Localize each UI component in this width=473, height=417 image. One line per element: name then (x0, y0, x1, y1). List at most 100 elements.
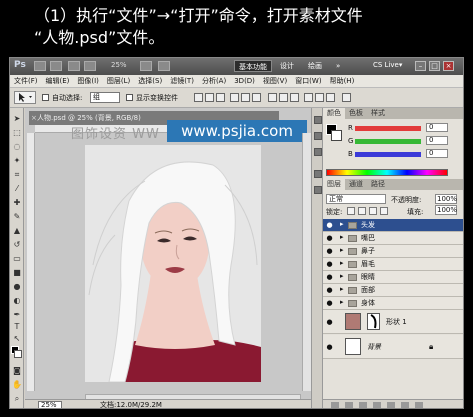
lock-pixels-icon[interactable] (358, 207, 366, 215)
clone-stamp-icon[interactable]: ▲ (12, 226, 22, 236)
expand-triangle-icon[interactable]: ▸ (340, 233, 344, 241)
brush-tool-icon[interactable]: ✎ (12, 212, 22, 222)
dodge-tool-icon[interactable]: ◐ (12, 296, 22, 306)
auto-select-checkbox[interactable] (42, 94, 49, 101)
hand-tool-icon[interactable]: ✋ (12, 380, 22, 390)
menu-edit[interactable]: 编辑(E) (42, 75, 74, 88)
fill-field[interactable]: 100% (435, 205, 457, 215)
magic-wand-icon[interactable]: ✦ (12, 156, 22, 166)
auto-select-dropdown[interactable]: 组 (90, 92, 120, 103)
lock-transparent-icon[interactable] (347, 207, 355, 215)
align-left-icon[interactable] (230, 93, 239, 102)
align-top-icon[interactable] (194, 93, 203, 102)
expand-triangle-icon[interactable]: ▸ (340, 259, 344, 267)
layer-row[interactable]: ● ▸ 身体 (323, 297, 463, 310)
paragraph-panel-icon[interactable] (314, 186, 322, 194)
minibridge-icon[interactable] (50, 61, 62, 71)
lock-position-icon[interactable] (369, 207, 377, 215)
blend-mode-dropdown[interactable]: 正常 (326, 194, 386, 204)
visibility-eye-icon[interactable]: ● (325, 273, 334, 281)
mini-bridge-panel-icon[interactable] (314, 116, 322, 124)
pen-tool-icon[interactable]: ✒ (12, 310, 22, 320)
align-vcenter-icon[interactable] (205, 93, 214, 102)
history-panel-icon[interactable] (314, 132, 322, 140)
visibility-eye-icon[interactable]: ● (325, 234, 334, 242)
opacity-field[interactable]: 100% (435, 194, 457, 204)
layer-row[interactable]: ● ▸ 面部 (323, 284, 463, 297)
tab-color[interactable]: 颜色 (323, 108, 345, 119)
screen-mode-icon[interactable] (158, 61, 170, 71)
layer-style-icon[interactable] (345, 402, 353, 408)
tab-channels[interactable]: 通道 (345, 179, 367, 190)
layer-row[interactable]: ● ▸ 头发 (323, 219, 463, 232)
visibility-eye-icon[interactable]: ● (325, 260, 334, 268)
expand-triangle-icon[interactable]: ▸ (340, 246, 344, 254)
background-color-swatch[interactable] (14, 350, 22, 358)
distribute-hcenter-icon[interactable] (315, 93, 324, 102)
adjustment-layer-icon[interactable] (373, 402, 381, 408)
visibility-eye-icon[interactable]: ● (325, 286, 334, 294)
expand-triangle-icon[interactable]: ▸ (340, 220, 344, 228)
menu-window[interactable]: 窗口(W) (291, 75, 325, 88)
zoom-field[interactable]: 25% (38, 401, 62, 408)
zoom-tool-icon[interactable] (84, 61, 96, 71)
close-button[interactable]: × (443, 61, 454, 71)
visibility-eye-icon[interactable]: ● (325, 318, 334, 326)
channel-r-value[interactable]: 0 (426, 123, 448, 132)
distribute-right-icon[interactable] (326, 93, 335, 102)
menu-file[interactable]: 文件(F) (10, 75, 42, 88)
image-canvas[interactable] (85, 145, 261, 382)
menu-view[interactable]: 视图(V) (259, 75, 291, 88)
bridge-icon[interactable] (34, 61, 46, 71)
workspace-essentials-button[interactable]: 基本功能 (234, 60, 272, 72)
visibility-eye-icon[interactable]: ● (325, 221, 334, 229)
distribute-left-icon[interactable] (304, 93, 313, 102)
expand-triangle-icon[interactable]: ▸ (340, 285, 344, 293)
show-transform-checkbox[interactable] (126, 94, 133, 101)
lasso-tool-icon[interactable]: ◌ (12, 142, 22, 152)
arrange-documents-icon[interactable] (140, 61, 152, 71)
layer-row[interactable]: ● 形状 1 (323, 310, 463, 334)
distribute-bottom-icon[interactable] (290, 93, 299, 102)
channel-g-slider[interactable] (355, 139, 421, 144)
maximize-button[interactable]: □ (429, 61, 440, 71)
eraser-icon[interactable]: ▭ (12, 254, 22, 264)
menu-help[interactable]: 帮助(H) (326, 75, 359, 88)
workspace-painting-button[interactable]: 绘画 (304, 60, 326, 72)
quick-mask-icon[interactable]: ◙ (12, 366, 22, 376)
minimize-button[interactable]: – (415, 61, 426, 71)
layer-row[interactable]: ● ▸ 鼻子 (323, 245, 463, 258)
visibility-eye-icon[interactable]: ● (325, 247, 334, 255)
menu-layer[interactable]: 图层(L) (103, 75, 134, 88)
hand-tool-icon[interactable] (68, 61, 80, 71)
new-group-icon[interactable] (387, 402, 395, 408)
history-brush-icon[interactable]: ↺ (12, 240, 22, 250)
healing-brush-icon[interactable]: ✚ (12, 198, 22, 208)
delete-layer-icon[interactable] (415, 402, 423, 408)
add-mask-icon[interactable] (359, 402, 367, 408)
tab-close-icon[interactable]: × (31, 111, 37, 125)
menu-image[interactable]: 图像(I) (73, 75, 103, 88)
menu-analysis[interactable]: 分析(A) (198, 75, 230, 88)
channel-b-value[interactable]: 0 (426, 149, 448, 158)
path-selection-icon[interactable]: ↖ (12, 334, 22, 344)
tab-styles[interactable]: 样式 (367, 108, 389, 119)
menu-select[interactable]: 选择(S) (134, 75, 166, 88)
distribute-vcenter-icon[interactable] (279, 93, 288, 102)
align-bottom-icon[interactable] (216, 93, 225, 102)
zoom-level-dropdown[interactable]: 25% (111, 61, 127, 69)
visibility-eye-icon[interactable]: ● (325, 343, 334, 351)
zoom-tool-icon[interactable]: ⌕ (12, 394, 22, 404)
distribute-top-icon[interactable] (268, 93, 277, 102)
workspace-design-button[interactable]: 设计 (276, 60, 298, 72)
vertical-scrollbar[interactable] (302, 133, 311, 391)
move-tool-icon[interactable]: ➤ (12, 114, 22, 124)
layer-row[interactable]: ● ▸ 眉毛 (323, 258, 463, 271)
menu-filter[interactable]: 滤镜(T) (166, 75, 198, 88)
move-tool-preset-icon[interactable] (14, 91, 36, 104)
gradient-tool-icon[interactable]: ■ (12, 268, 22, 278)
blur-tool-icon[interactable]: ● (12, 282, 22, 292)
auto-align-icon[interactable] (342, 93, 351, 102)
cs-live-button[interactable]: CS Live▾ (373, 61, 402, 69)
marquee-tool-icon[interactable]: ⬚ (12, 128, 22, 138)
